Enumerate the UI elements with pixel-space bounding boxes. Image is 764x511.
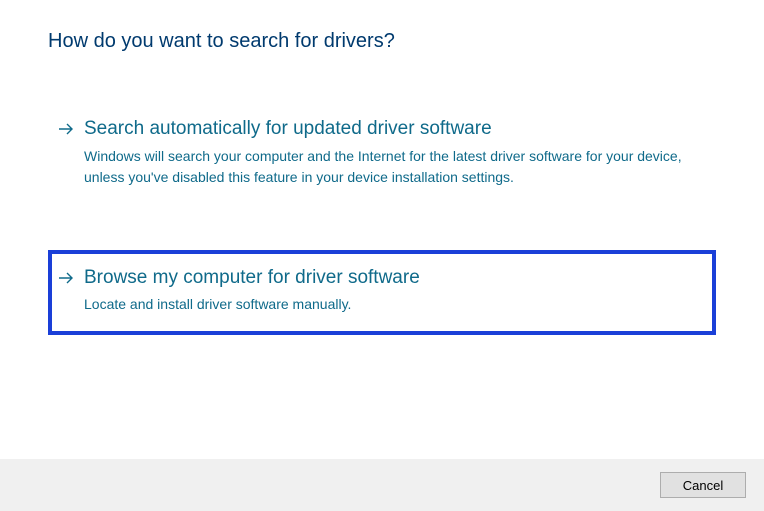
option-title: Search automatically for updated driver …	[84, 117, 702, 142]
option-text: Browse my computer for driver software L…	[84, 266, 702, 316]
arrow-right-icon	[58, 122, 74, 136]
option-text: Search automatically for updated driver …	[84, 117, 702, 188]
cancel-button[interactable]: Cancel	[660, 472, 746, 498]
option-browse-my-computer[interactable]: Browse my computer for driver software L…	[48, 250, 716, 336]
option-search-automatically[interactable]: Search automatically for updated driver …	[48, 101, 716, 208]
footer-bar: Cancel	[0, 459, 764, 511]
option-desc: Windows will search your computer and th…	[84, 146, 702, 188]
option-title: Browse my computer for driver software	[84, 266, 702, 291]
arrow-right-icon	[58, 271, 74, 285]
page-title: How do you want to search for drivers?	[48, 30, 716, 53]
option-desc: Locate and install driver software manua…	[84, 294, 702, 315]
